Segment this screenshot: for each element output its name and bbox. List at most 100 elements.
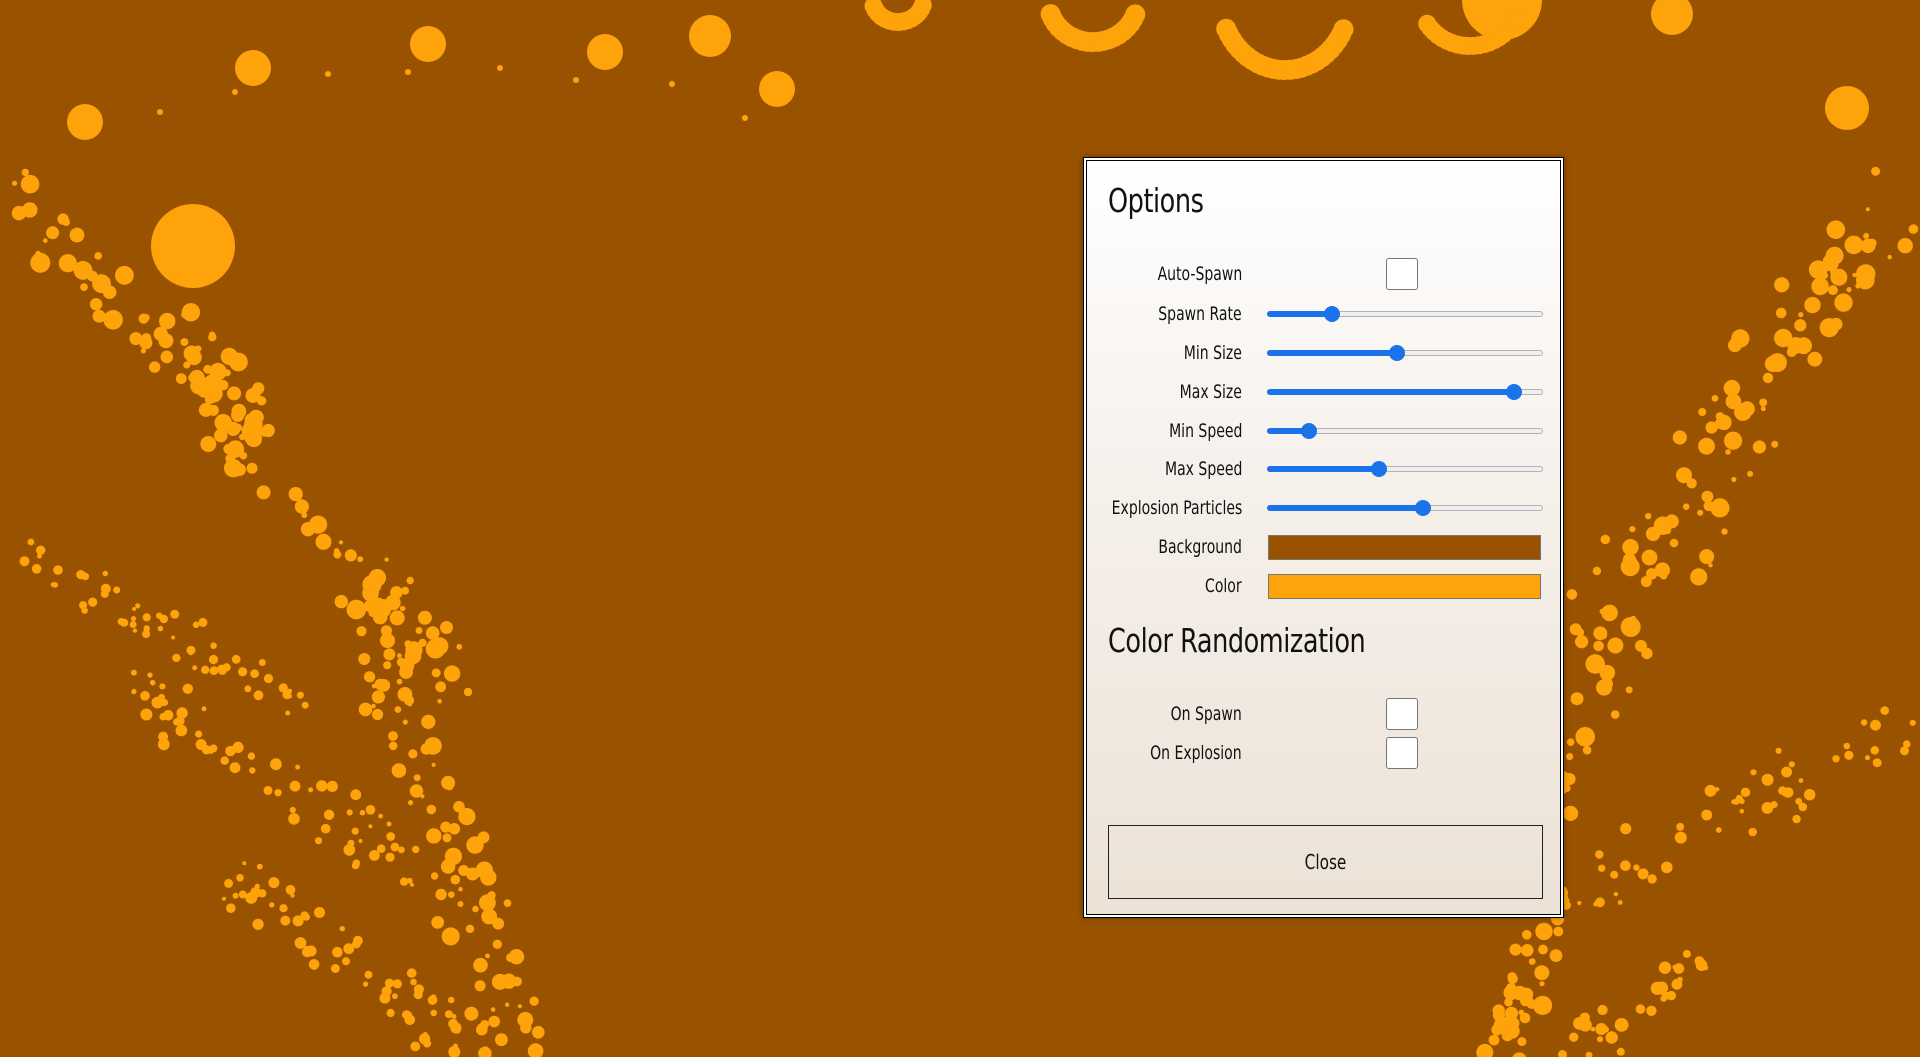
particle <box>450 1022 462 1034</box>
slider-fill <box>1267 466 1379 472</box>
particle <box>308 787 314 793</box>
particle <box>1760 406 1766 412</box>
particle <box>140 691 150 701</box>
close-button[interactable]: Close <box>1108 825 1543 899</box>
particle-color-picker[interactable] <box>1268 574 1541 599</box>
particle <box>1715 827 1722 833</box>
particle <box>383 648 396 661</box>
particle <box>214 414 232 432</box>
particle <box>160 350 174 364</box>
particle <box>21 168 29 177</box>
particle <box>1804 296 1821 314</box>
particle <box>1563 805 1579 822</box>
slider-thumb[interactable] <box>1324 306 1341 322</box>
particle <box>463 687 473 697</box>
particle <box>431 916 445 929</box>
particle <box>201 745 212 755</box>
slider-thumb[interactable] <box>1300 423 1317 439</box>
on-explosion-checkbox[interactable] <box>1386 737 1418 769</box>
particle <box>1827 285 1838 296</box>
particle <box>198 402 213 417</box>
particle <box>1660 995 1667 1002</box>
particle <box>195 379 215 398</box>
background-color-picker[interactable] <box>1268 535 1541 560</box>
auto-spawn-checkbox[interactable] <box>1386 258 1418 290</box>
particle <box>67 104 103 140</box>
particle <box>102 570 109 577</box>
particle <box>456 643 463 650</box>
particle <box>223 443 235 455</box>
particle <box>1666 990 1677 1001</box>
particle <box>159 614 168 624</box>
particle <box>358 702 373 717</box>
particle <box>410 978 417 986</box>
particle <box>1641 549 1658 566</box>
particle <box>517 1004 523 1009</box>
particle <box>117 618 125 626</box>
particle-layer <box>11 0 1919 1057</box>
particle-canvas[interactable] <box>0 0 1920 1057</box>
particle <box>503 899 512 907</box>
particle <box>369 850 380 861</box>
particle <box>346 599 367 620</box>
particle <box>408 749 418 759</box>
particle <box>200 436 217 452</box>
spawn-rate-slider[interactable] <box>1267 297 1543 331</box>
particle <box>1598 864 1606 872</box>
particle <box>201 706 207 712</box>
particle <box>1616 1047 1625 1056</box>
particle <box>113 586 121 594</box>
particle <box>256 863 263 870</box>
explosion-particles-slider[interactable] <box>1267 491 1543 525</box>
particle <box>330 964 340 973</box>
slider-thumb[interactable] <box>1506 384 1523 400</box>
particle <box>252 918 264 930</box>
particle <box>232 89 238 95</box>
particle <box>358 839 363 843</box>
particle <box>147 672 153 678</box>
particle <box>358 653 371 665</box>
particle <box>1647 874 1657 884</box>
particle <box>1534 965 1550 981</box>
slider-thumb[interactable] <box>1371 461 1387 477</box>
max-size-slider[interactable] <box>1267 375 1543 409</box>
particle <box>488 1015 501 1028</box>
particle <box>140 708 153 721</box>
particle <box>1517 1037 1527 1047</box>
slider-thumb[interactable] <box>1415 500 1432 516</box>
particle <box>151 204 235 288</box>
particle <box>1821 271 1829 279</box>
max-speed-slider[interactable] <box>1267 452 1543 486</box>
particle <box>573 77 579 83</box>
particle <box>397 653 402 659</box>
slider-thumb[interactable] <box>1389 345 1406 361</box>
particle <box>443 665 461 682</box>
particle <box>130 669 137 676</box>
particle <box>162 710 174 721</box>
particle <box>175 724 188 737</box>
particle <box>357 556 364 563</box>
particle <box>1804 789 1816 801</box>
particle <box>410 26 446 62</box>
particle <box>222 663 231 672</box>
particle <box>300 522 316 537</box>
particle <box>181 311 188 318</box>
particle <box>364 970 373 979</box>
particle <box>385 852 395 862</box>
particle <box>399 665 413 679</box>
particle <box>1715 412 1725 421</box>
particle <box>183 361 191 369</box>
particle <box>504 1002 510 1007</box>
particle <box>1694 956 1705 966</box>
particle <box>1711 395 1719 402</box>
min-size-slider[interactable] <box>1267 336 1543 370</box>
particle <box>1788 761 1795 768</box>
particle <box>1748 827 1757 837</box>
particle <box>1595 1023 1608 1035</box>
particle <box>351 861 360 870</box>
particle <box>1620 823 1632 835</box>
particle <box>451 1014 457 1019</box>
min-speed-slider[interactable] <box>1267 414 1543 448</box>
particle <box>140 348 146 354</box>
on-spawn-checkbox[interactable] <box>1386 698 1418 730</box>
